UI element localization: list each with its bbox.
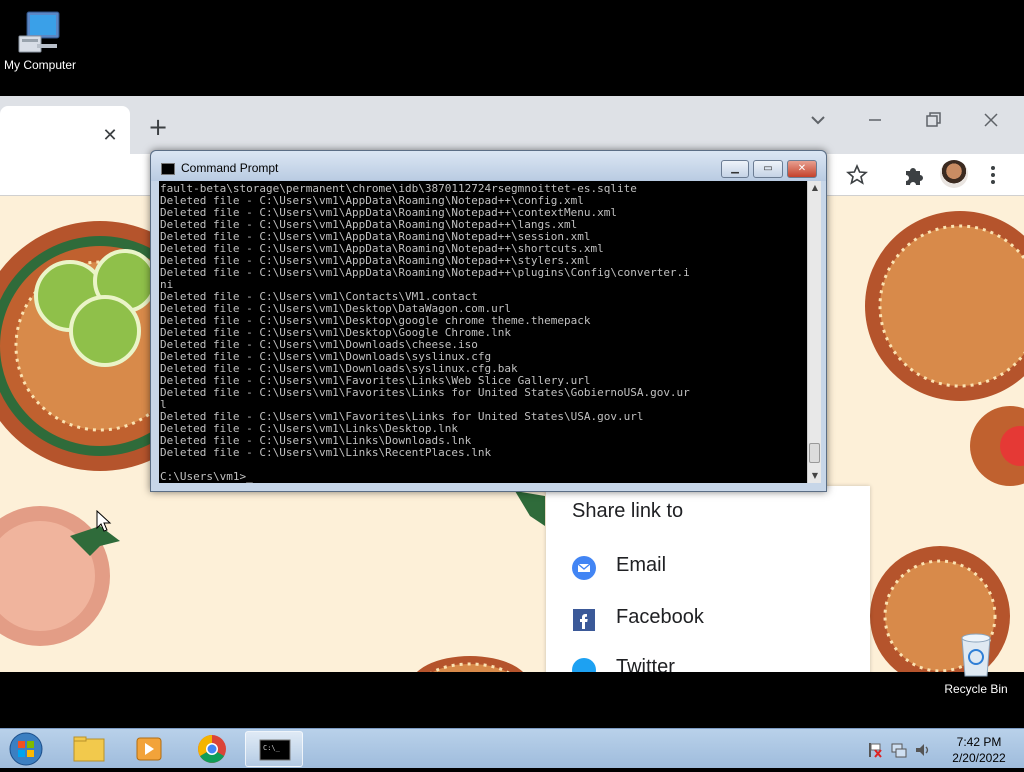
my-computer-shortcut[interactable]: My Computer xyxy=(0,10,80,72)
network-icon[interactable] xyxy=(890,741,908,759)
recycle-bin-icon xyxy=(961,633,991,677)
new-tab-button[interactable]: + xyxy=(146,115,170,140)
chrome-tab-strip: ✕ + xyxy=(0,96,1024,154)
restore-icon[interactable] xyxy=(918,108,948,132)
cmd-titlebar[interactable]: Command Prompt ▁ ▭ ✕ xyxy=(151,151,826,181)
action-center-flag-icon[interactable] xyxy=(866,741,884,759)
share-facebook-label: Facebook xyxy=(616,606,704,628)
facebook-icon xyxy=(573,609,595,631)
profile-avatar[interactable] xyxy=(940,160,968,188)
scroll-down-arrow-icon[interactable]: ▼ xyxy=(808,469,822,483)
chrome-icon xyxy=(198,735,226,763)
recycle-bin-label: Recycle Bin xyxy=(944,682,1008,696)
start-button-windows-icon[interactable] xyxy=(6,731,46,767)
media-player-icon xyxy=(136,737,162,761)
cmd-minimize-button[interactable]: ▁ xyxy=(721,160,749,178)
cmd-output-line: C:\Users\vm1>_ xyxy=(160,470,253,483)
twitter-icon xyxy=(572,658,596,672)
bookmark-star-icon[interactable] xyxy=(844,162,870,188)
folder-icon xyxy=(73,736,105,762)
cmd-icon: C:\_ xyxy=(259,739,291,761)
chrome-tab[interactable]: ✕ xyxy=(0,106,130,154)
cmd-close-button[interactable]: ✕ xyxy=(787,160,817,178)
email-icon xyxy=(572,556,596,580)
cmd-scrollbar[interactable]: ▲ ▼ xyxy=(807,181,821,483)
my-computer-label: My Computer xyxy=(3,58,77,72)
recycle-bin-shortcut[interactable]: Recycle Bin xyxy=(940,630,1012,696)
cmd-maximize-button[interactable]: ▭ xyxy=(753,160,783,178)
share-twitter[interactable]: Twitter xyxy=(572,654,852,672)
cmd-output-line xyxy=(160,459,804,471)
taskbar-explorer-button[interactable] xyxy=(60,731,118,767)
share-panel: Share link to Email Facebook Twitter xyxy=(546,486,870,672)
cmd-title: Command Prompt xyxy=(181,161,279,175)
svg-text:C:\_: C:\_ xyxy=(263,744,281,752)
taskbar-chrome-button[interactable] xyxy=(183,731,241,767)
tab-close-icon[interactable]: ✕ xyxy=(100,126,120,146)
desktop: My Computer ✕ + Share link to Email Face… xyxy=(0,0,1024,728)
system-tray: 7:42 PM 2/20/2022 xyxy=(860,731,1024,767)
close-window-icon[interactable] xyxy=(976,108,1006,132)
scroll-up-arrow-icon[interactable]: ▲ xyxy=(808,181,822,195)
share-facebook[interactable]: Facebook xyxy=(572,604,852,634)
extensions-icon[interactable] xyxy=(900,162,926,188)
share-email[interactable]: Email xyxy=(572,552,852,582)
minimize-icon[interactable] xyxy=(860,108,890,132)
taskbar-cmd-button[interactable]: C:\_ xyxy=(245,731,303,767)
share-title: Share link to xyxy=(572,500,684,522)
share-twitter-label: Twitter xyxy=(616,656,675,672)
computer-icon xyxy=(18,11,60,53)
volume-icon[interactable] xyxy=(914,741,932,759)
command-prompt-window[interactable]: Command Prompt ▁ ▭ ✕ fault-beta\storage\… xyxy=(150,150,827,492)
cmd-text: fault-beta\storage\permanent\chrome\idb\… xyxy=(160,183,804,483)
cmd-output-line: Deleted file - C:\Users\vm1\Links\Recent… xyxy=(160,446,492,459)
cmd-output-line: Deleted file - C:\Users\vm1\AppData\Roam… xyxy=(160,266,690,279)
tab-search-icon[interactable] xyxy=(803,108,833,132)
cmd-console-output[interactable]: fault-beta\storage\permanent\chrome\idb\… xyxy=(159,181,807,483)
taskbar: C:\_ 7:42 PM 2/20/2022 xyxy=(0,728,1024,768)
taskbar-media-player-button[interactable] xyxy=(120,731,178,767)
share-email-label: Email xyxy=(616,554,667,576)
chrome-menu-icon[interactable] xyxy=(980,162,1006,188)
scroll-thumb[interactable] xyxy=(809,443,820,463)
mouse-cursor-icon xyxy=(96,510,112,532)
clock-date[interactable]: 2/20/2022 xyxy=(944,751,1014,765)
cmd-app-icon xyxy=(161,163,175,175)
clock-time[interactable]: 7:42 PM xyxy=(944,735,1014,749)
cmd-output-line: Deleted file - C:\Users\vm1\Favorites\Li… xyxy=(160,386,690,399)
